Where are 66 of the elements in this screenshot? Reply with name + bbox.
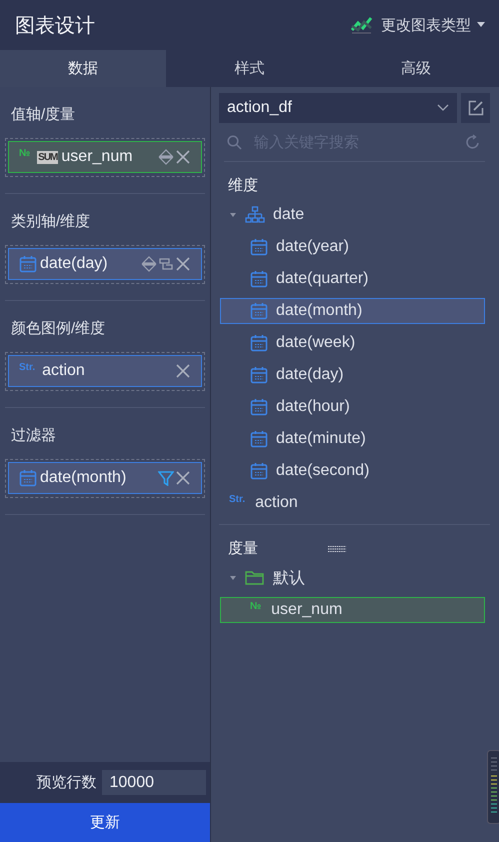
tree-item[interactable]: date(minute): [220, 426, 485, 452]
edit-button[interactable]: [461, 93, 490, 123]
panel-title: 图表设计: [15, 14, 95, 38]
grip-icon[interactable]: [328, 544, 346, 552]
close-icon[interactable]: [175, 363, 191, 379]
close-icon[interactable]: [175, 470, 191, 486]
tab[interactable]: 高级: [332, 50, 499, 87]
tab[interactable]: 样式: [166, 50, 333, 87]
change-chart-type-button[interactable]: 更改图表类型: [351, 16, 485, 34]
line-chart-icon: [351, 16, 375, 34]
hierarchy-icon: [245, 206, 265, 224]
type-label: Str.: [19, 362, 36, 373]
calendar-icon: [250, 302, 268, 320]
search-icon: [227, 134, 242, 150]
close-icon[interactable]: [175, 256, 191, 272]
tree-item[interactable]: Str. action: [224, 490, 485, 516]
close-icon[interactable]: [175, 149, 191, 165]
caret-icon: [477, 22, 485, 28]
tree-item[interactable]: date(day): [220, 362, 485, 388]
calendar-icon: [250, 238, 268, 256]
field-label: action: [42, 362, 85, 380]
type-label: №: [250, 601, 262, 612]
field-label: date(day): [40, 255, 108, 273]
section-title: 值轴/度量: [10, 105, 76, 125]
calendar-icon: [250, 334, 268, 352]
tab[interactable]: 数据: [0, 50, 166, 87]
preview-rows-field[interactable]: 10000: [102, 770, 206, 795]
expand-arrow-icon[interactable]: [229, 574, 237, 582]
field-label: date(month): [40, 469, 126, 487]
tree-item[interactable]: date(quarter): [220, 266, 485, 292]
calendar-icon: [250, 462, 268, 480]
expand-arrow-icon[interactable]: [229, 211, 237, 219]
calendar-icon: [19, 255, 37, 273]
tree-item[interactable]: date: [224, 202, 485, 228]
section-title: 过滤器: [10, 426, 57, 446]
refresh-icon[interactable]: [465, 134, 481, 150]
group-title: 度量: [228, 539, 258, 558]
tree-item[interactable]: date(year): [220, 234, 485, 260]
folder-icon: [245, 570, 265, 586]
filter-icon[interactable]: [158, 470, 174, 486]
group-icon[interactable]: [158, 256, 174, 272]
update-button[interactable]: 更新: [0, 803, 210, 842]
section-title: 类别轴/维度: [10, 212, 92, 232]
dataset-select[interactable]: action_df: [219, 93, 457, 123]
chevron-down-icon: [437, 104, 449, 112]
calendar-icon: [250, 398, 268, 416]
sort-icon[interactable]: [141, 255, 157, 273]
tree-item[interactable]: date(hour): [220, 394, 485, 420]
field-label: user_num: [61, 148, 133, 166]
tree-item[interactable]: № user_num: [220, 597, 485, 623]
sort-icon[interactable]: [158, 148, 174, 166]
edit-icon: [468, 100, 484, 116]
aggregation-badge: SUM: [37, 150, 58, 164]
calendar-icon: [19, 469, 37, 487]
type-label: Str.: [229, 494, 246, 505]
preview-rows-label: 预览行数: [36, 773, 96, 792]
tree-item[interactable]: date(second): [220, 458, 485, 484]
group-title: 维度: [227, 176, 259, 196]
tree-item[interactable]: date(month): [220, 298, 485, 324]
calendar-icon: [250, 430, 268, 448]
tree-item[interactable]: 默认: [224, 565, 485, 591]
calendar-icon: [250, 366, 268, 384]
type-label: №: [19, 148, 30, 159]
section-title: 颜色图例/维度: [10, 319, 106, 339]
calendar-icon: [250, 270, 268, 288]
tree-item[interactable]: date(week): [220, 330, 485, 356]
